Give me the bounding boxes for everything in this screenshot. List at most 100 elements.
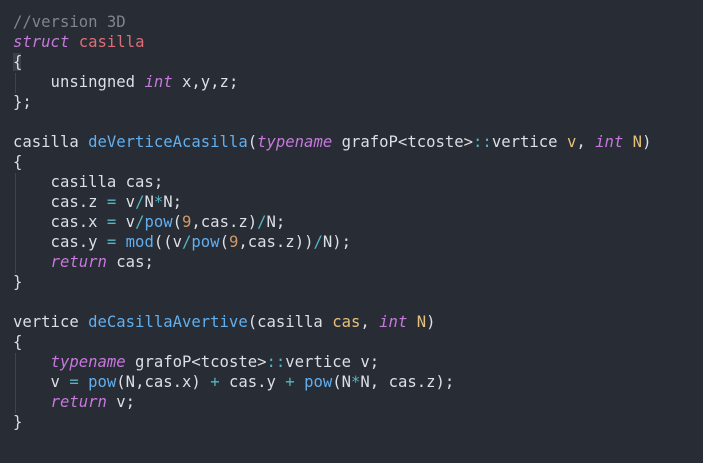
- code-token: /: [257, 213, 267, 231]
- code-token: {: [13, 53, 23, 71]
- code-token: return: [50, 393, 107, 411]
- code-token: (casilla: [247, 313, 333, 331]
- code-line[interactable]: cas.z = v/N*N;: [13, 192, 651, 212]
- code-token: +: [210, 373, 220, 391]
- code-line[interactable]: typename grafoP<tcoste>::vertice v;: [13, 352, 651, 372]
- code-token: =: [106, 233, 117, 251]
- code-token: =: [106, 213, 117, 231]
- code-line[interactable]: casilla deVerticeAcasilla(typename grafo…: [13, 132, 651, 152]
- code-line[interactable]: [13, 292, 651, 312]
- code-token: cas: [332, 313, 361, 331]
- code-token: ::: [266, 353, 286, 371]
- code-token: N;: [266, 213, 286, 231]
- code-token: vertice v;: [285, 353, 380, 371]
- code-token: (N: [332, 373, 352, 391]
- code-line[interactable]: {: [13, 152, 651, 172]
- code-token: N: [416, 313, 427, 331]
- code-token: vertice: [13, 313, 89, 331]
- code-token: grafoP<tcoste>: [125, 353, 267, 371]
- code-token: (N,cas.x): [116, 373, 211, 391]
- code-token: grafoP<tcoste>: [332, 133, 474, 151]
- code-token: pow: [144, 213, 173, 231]
- code-token: ::: [473, 133, 492, 151]
- code-token: //version 3D: [13, 13, 126, 31]
- code-token: ,: [360, 313, 380, 331]
- code-line[interactable]: vertice deCasillaAvertive(casilla cas, i…: [13, 312, 651, 332]
- code-line[interactable]: unsingned int x,y,z;: [13, 72, 651, 92]
- code-token: =: [106, 193, 117, 211]
- code-token: N: [632, 133, 643, 151]
- code-line[interactable]: cas.y = mod((v/pow(9,cas.z))/N);: [13, 232, 651, 252]
- code-token: cas.y: [13, 233, 107, 251]
- code-line[interactable]: struct casilla: [13, 32, 651, 52]
- code-token: }: [13, 273, 23, 291]
- code-token: +: [285, 373, 295, 391]
- code-token: v: [116, 193, 136, 211]
- code-token: 9: [182, 213, 192, 231]
- code-token: mod: [125, 233, 154, 251]
- code-token: /: [182, 233, 192, 251]
- code-token: };: [13, 93, 32, 111]
- code-token: casilla: [13, 133, 89, 151]
- code-token: pow: [191, 233, 220, 251]
- code-line[interactable]: }: [13, 412, 651, 432]
- code-line[interactable]: [13, 112, 651, 132]
- code-line[interactable]: return cas;: [13, 252, 651, 272]
- code-line[interactable]: {: [13, 52, 651, 72]
- code-token: pow: [304, 373, 333, 391]
- code-token: int: [595, 133, 624, 151]
- code-line[interactable]: v = pow(N,cas.x) + cas.y + pow(N*N, cas.…: [13, 372, 651, 392]
- code-line[interactable]: return v;: [13, 392, 651, 412]
- code-token: *: [351, 373, 361, 391]
- code-token: typename: [50, 353, 126, 371]
- code-token: {: [13, 333, 23, 351]
- code-token: (: [172, 213, 183, 231]
- code-token: cas.x: [13, 213, 107, 231]
- code-token: struct: [13, 33, 70, 51]
- code-token: {: [13, 153, 23, 171]
- code-token: N: [144, 193, 154, 211]
- code-line[interactable]: }: [13, 272, 651, 292]
- code-line[interactable]: {: [13, 332, 651, 352]
- code-token: x,y,z;: [172, 73, 239, 91]
- code-token: unsingned: [13, 73, 145, 91]
- code-token: int: [379, 313, 408, 331]
- code-line[interactable]: //version 3D: [13, 12, 651, 32]
- code-token: (: [247, 133, 258, 151]
- code-token: ,: [576, 133, 596, 151]
- code-token: casilla: [78, 33, 145, 51]
- code-token: ((v: [153, 233, 183, 251]
- code-line[interactable]: casilla cas;: [13, 172, 651, 192]
- code-token: deCasillaAvertive: [88, 313, 248, 331]
- code-token: typename: [257, 133, 333, 151]
- code-token: ): [426, 313, 436, 331]
- code-token: }: [13, 413, 23, 431]
- code-token: cas;: [106, 253, 154, 271]
- code-line[interactable]: };: [13, 92, 651, 112]
- code-token: N;: [163, 193, 183, 211]
- code-content[interactable]: //version 3D struct casilla{ unsingned in…: [13, 12, 651, 432]
- code-token: =: [69, 373, 79, 391]
- code-token: vertice: [491, 133, 567, 151]
- code-token: /: [313, 233, 323, 251]
- code-token: N);: [322, 233, 352, 251]
- code-line[interactable]: cas.x = v/pow(9,cas.z)/N;: [13, 212, 651, 232]
- code-editor[interactable]: //version 3D struct casilla{ unsingned in…: [0, 0, 703, 463]
- code-token: ,cas.z): [191, 213, 258, 231]
- code-token: cas.y: [219, 373, 286, 391]
- code-token: ): [642, 133, 652, 151]
- code-token: v: [116, 213, 136, 231]
- code-token: N, cas.z);: [360, 373, 455, 391]
- code-token: pow: [88, 373, 117, 391]
- code-token: deVerticeAcasilla: [88, 133, 248, 151]
- code-token: (: [219, 233, 229, 251]
- code-token: ,cas.z)): [238, 233, 314, 251]
